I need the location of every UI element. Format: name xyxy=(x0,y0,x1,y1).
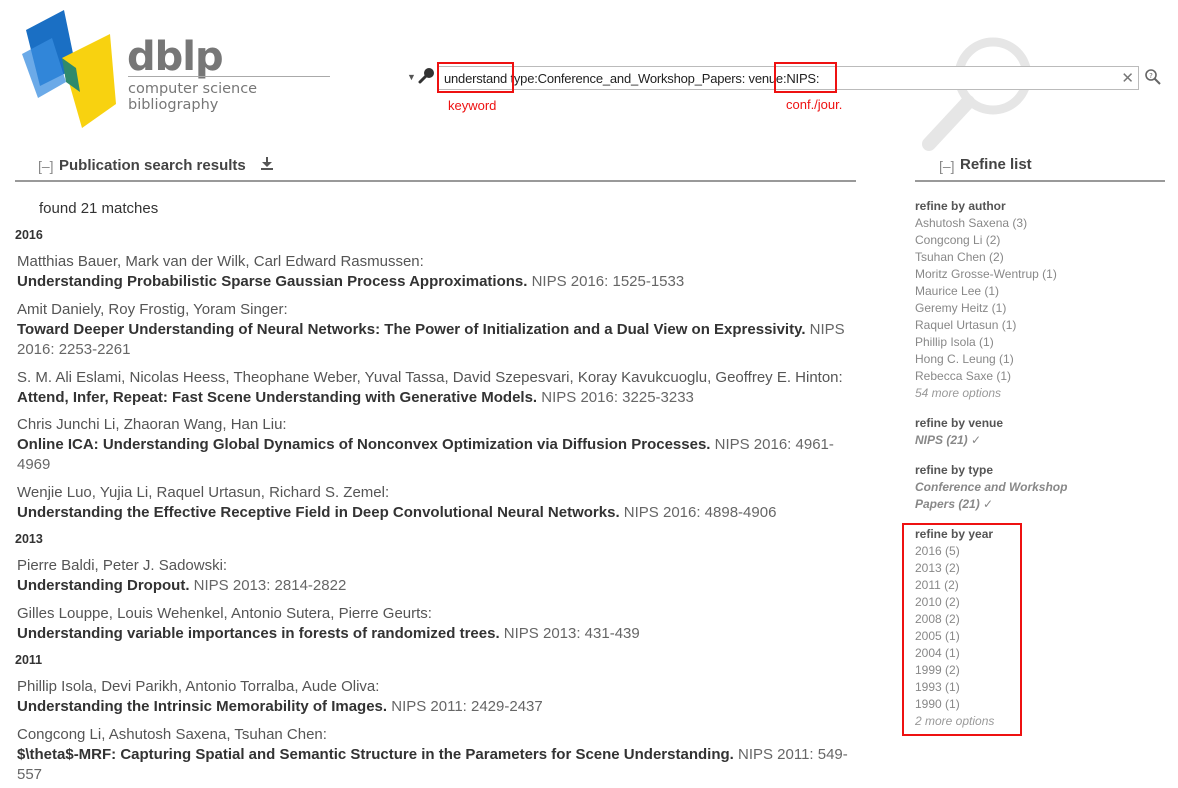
entry-title[interactable]: Attend, Infer, Repeat: Fast Scene Unders… xyxy=(17,389,537,406)
refine-venue-heading: refine by venue xyxy=(915,416,1004,430)
results-collapse-toggle[interactable]: [–] xyxy=(38,158,54,174)
refine-author-item[interactable]: Raquel Urtasun (1) xyxy=(915,317,1057,334)
keyword-annotation: keyword xyxy=(448,98,497,113)
entry-authors[interactable]: Matthias Bauer, Mark van der Wilk, Carl … xyxy=(17,253,424,270)
search-help-icon[interactable]: ? xyxy=(1144,68,1162,86)
year-heading: 2013 xyxy=(15,532,43,546)
magnifier-watermark-icon xyxy=(922,37,1032,151)
entry-title[interactable]: Toward Deeper Understanding of Neural Ne… xyxy=(17,321,806,338)
refine-year-item[interactable]: 1999 (2) xyxy=(915,662,994,679)
results-header: [–] Publication search results xyxy=(15,150,856,182)
result-entry: S. M. Ali Eslami, Nicolas Heess, Theopha… xyxy=(17,368,849,408)
dblp-logo[interactable]: dblp computer science bibliography xyxy=(22,8,342,132)
refine-header: [–] Refine list xyxy=(915,150,1165,182)
entry-authors[interactable]: Phillip Isola, Devi Parikh, Antonio Torr… xyxy=(17,678,379,695)
logo-title: dblp xyxy=(127,34,224,80)
refine-author-item[interactable]: Moritz Grosse-Wentrup (1) xyxy=(915,266,1057,283)
refine-type-selected-line1[interactable]: Conference and Workshop xyxy=(915,479,1067,496)
refine-year-item[interactable]: 2010 (2) xyxy=(915,594,994,611)
venue-annotation: conf./jour. xyxy=(786,97,843,112)
dblp-logo-icon xyxy=(22,10,116,128)
entry-authors[interactable]: Pierre Baldi, Peter J. Sadowski: xyxy=(17,557,227,574)
refine-by-author: refine by author Ashutosh Saxena (3) Con… xyxy=(915,198,1057,402)
refine-by-venue: refine by venue NIPS (21) ✓ xyxy=(915,415,1003,449)
entry-title[interactable]: Understanding Dropout. xyxy=(17,577,190,594)
refine-year-item[interactable]: 2016 (5) xyxy=(915,543,994,560)
refine-author-item[interactable]: Phillip Isola (1) xyxy=(915,334,1057,351)
logo-divider xyxy=(128,76,330,77)
result-entry: Pierre Baldi, Peter J. Sadowski: Underst… xyxy=(17,556,849,596)
entry-authors[interactable]: S. M. Ali Eslami, Nicolas Heess, Theopha… xyxy=(17,369,843,386)
refine-title: Refine list xyxy=(960,156,1032,173)
refine-year-item[interactable]: 2013 (2) xyxy=(915,560,994,577)
refine-year-item[interactable]: 1990 (1) xyxy=(915,696,994,713)
year-heading: 2011 xyxy=(15,653,43,667)
refine-year-more-link[interactable]: 2 more options xyxy=(915,713,994,730)
entry-venue[interactable]: NIPS 2016: 4898-4906 xyxy=(624,504,777,521)
year-heading: 2016 xyxy=(15,228,43,242)
venue-highlight-box xyxy=(774,62,837,93)
refine-author-item[interactable]: Ashutosh Saxena (3) xyxy=(915,215,1057,232)
logo-subtitle: computer science bibliography xyxy=(128,81,258,113)
download-icon[interactable] xyxy=(260,156,274,170)
result-entry: Congcong Li, Ashutosh Saxena, Tsuhan Che… xyxy=(17,725,849,785)
refine-author-item[interactable]: Congcong Li (2) xyxy=(915,232,1057,249)
match-count: found 21 matches xyxy=(39,200,159,217)
entry-title[interactable]: Understanding Probabilistic Sparse Gauss… xyxy=(17,273,527,290)
keyword-highlight-box xyxy=(437,62,514,93)
refine-author-item[interactable]: Rebecca Saxe (1) xyxy=(915,368,1057,385)
entry-venue[interactable]: NIPS 2013: 431-439 xyxy=(504,625,640,642)
entry-venue[interactable]: NIPS 2013: 2814-2822 xyxy=(194,577,347,594)
entry-title[interactable]: Understanding the Intrinsic Memorability… xyxy=(17,698,387,715)
entry-venue[interactable]: NIPS 2011: 2429-2437 xyxy=(391,698,543,715)
refine-by-year: refine by year 2016 (5) 2013 (2) 2011 (2… xyxy=(915,526,994,730)
entry-venue[interactable]: NIPS 2016: 1525-1533 xyxy=(532,273,685,290)
refine-collapse-toggle[interactable]: [–] xyxy=(939,158,955,174)
entry-authors[interactable]: Congcong Li, Ashutosh Saxena, Tsuhan Che… xyxy=(17,726,327,743)
refine-type-heading: refine by type xyxy=(915,463,994,477)
refine-by-type: refine by type Conference and Workshop P… xyxy=(915,462,1067,513)
entry-authors[interactable]: Gilles Louppe, Louis Wehenkel, Antonio S… xyxy=(17,605,432,622)
refine-year-item[interactable]: 2011 (2) xyxy=(915,577,994,594)
result-entry: Chris Junchi Li, Zhaoran Wang, Han Liu: … xyxy=(17,415,849,475)
refine-author-item[interactable]: Tsuhan Chen (2) xyxy=(915,249,1057,266)
clear-icon[interactable]: ✕ xyxy=(1121,69,1134,87)
entry-title[interactable]: Understanding the Effective Receptive Fi… xyxy=(17,504,620,521)
refine-author-item[interactable]: Maurice Lee (1) xyxy=(915,283,1057,300)
entry-title[interactable]: $\theta$-MRF: Capturing Spatial and Sema… xyxy=(17,746,734,763)
entry-title[interactable]: Online ICA: Understanding Global Dynamic… xyxy=(17,436,710,453)
entry-venue[interactable]: NIPS 2016: 3225-3233 xyxy=(541,389,694,406)
entry-title[interactable]: Understanding variable importances in fo… xyxy=(17,625,500,642)
refine-year-item[interactable]: 2005 (1) xyxy=(915,628,994,645)
result-entry: Amit Daniely, Roy Frostig, Yoram Singer:… xyxy=(17,300,849,360)
result-entry: Wenjie Luo, Yujia Li, Raquel Urtasun, Ri… xyxy=(17,483,849,523)
search-options-dropdown[interactable]: ▼ xyxy=(407,72,416,82)
refine-year-item[interactable]: 2008 (2) xyxy=(915,611,994,628)
entry-authors[interactable]: Wenjie Luo, Yujia Li, Raquel Urtasun, Ri… xyxy=(17,484,389,501)
result-entry: Phillip Isola, Devi Parikh, Antonio Torr… xyxy=(17,677,849,717)
refine-author-item[interactable]: Hong C. Leung (1) xyxy=(915,351,1057,368)
refine-author-item[interactable]: Geremy Heitz (1) xyxy=(915,300,1057,317)
entry-authors[interactable]: Chris Junchi Li, Zhaoran Wang, Han Liu: xyxy=(17,416,287,433)
result-entry: Matthias Bauer, Mark van der Wilk, Carl … xyxy=(17,252,849,292)
refine-type-selected-line2[interactable]: Papers (21) ✓ xyxy=(915,496,1067,513)
refine-year-item[interactable]: 2004 (1) xyxy=(915,645,994,662)
refine-year-heading: refine by year xyxy=(915,527,994,541)
refine-author-heading: refine by author xyxy=(915,199,1006,213)
search-icon[interactable] xyxy=(418,66,436,84)
results-title: Publication search results xyxy=(59,157,246,174)
svg-text:?: ? xyxy=(1149,72,1153,80)
result-entry: Gilles Louppe, Louis Wehenkel, Antonio S… xyxy=(17,604,849,644)
refine-year-item[interactable]: 1993 (1) xyxy=(915,679,994,696)
refine-venue-selected[interactable]: NIPS (21) ✓ xyxy=(915,432,1003,449)
refine-author-more-link[interactable]: 54 more options xyxy=(915,385,1057,402)
entry-authors[interactable]: Amit Daniely, Roy Frostig, Yoram Singer: xyxy=(17,301,288,318)
